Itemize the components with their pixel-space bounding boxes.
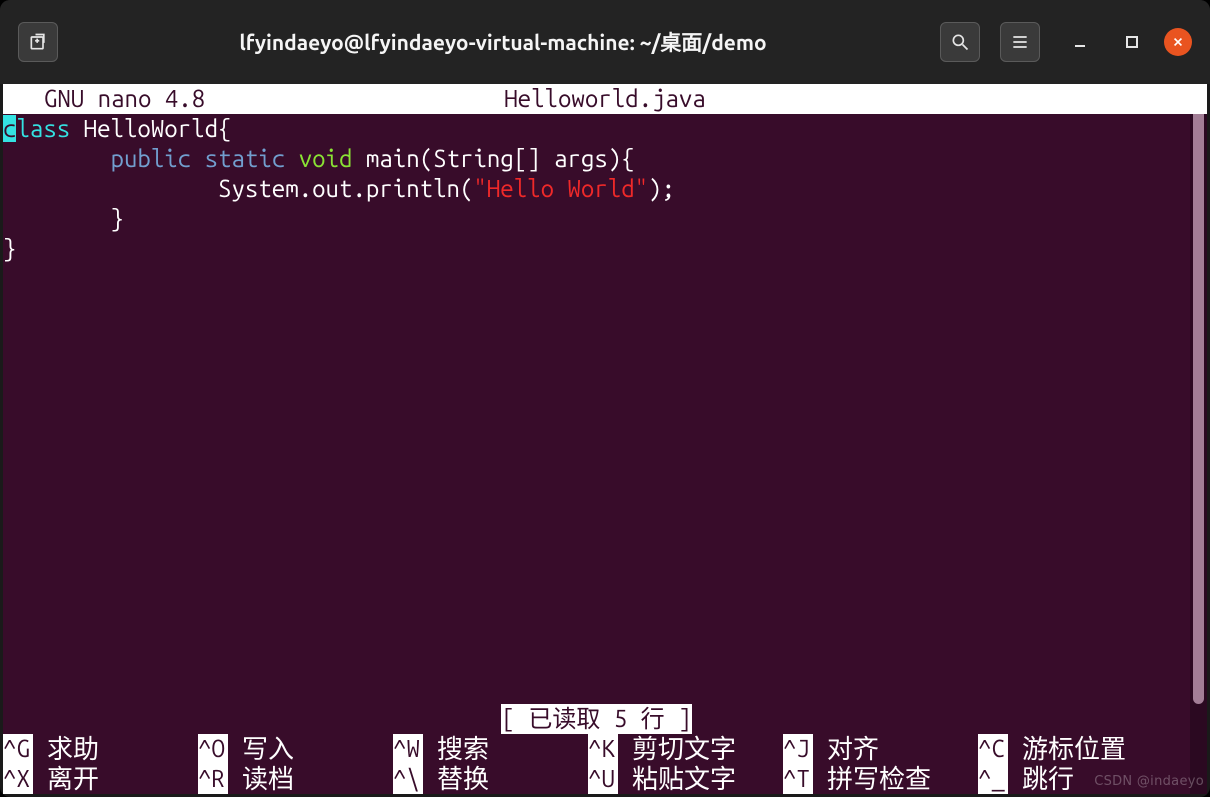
shortcut-spell[interactable]: ^T拼写检查 (783, 764, 978, 794)
shortcut-paste[interactable]: ^U粘贴文字 (588, 764, 783, 794)
code-text: HelloWorld{ (70, 115, 231, 142)
kw-static: static (205, 145, 286, 172)
scrollbar-thumb[interactable] (1193, 84, 1204, 704)
shortcut-justify[interactable]: ^J对齐 (783, 734, 978, 764)
maximize-icon (1125, 35, 1139, 49)
kw-class: lass (16, 115, 70, 142)
code-text: } (3, 205, 124, 232)
close-icon (1172, 36, 1184, 48)
shortcut-search[interactable]: ^W搜索 (393, 734, 588, 764)
nano-status-message: [ 已读取 5 行 ] (501, 704, 691, 734)
shortcut-readfile[interactable]: ^R读档 (198, 764, 393, 794)
code-text (285, 145, 298, 172)
nano-version: GNU nano 4.8 (17, 84, 205, 114)
hamburger-icon (1010, 32, 1030, 52)
string-literal: "Hello World" (473, 175, 648, 202)
editor-content[interactable]: class HelloWorld{ public static void mai… (3, 114, 1207, 264)
nano-header: GNU nano 4.8 Helloworld.java (3, 84, 1207, 114)
code-text (3, 145, 111, 172)
nano-status-line: [ 已读取 5 行 ] (3, 704, 1190, 734)
shortcut-replace[interactable]: ^\替换 (393, 764, 588, 794)
code-text: ); (648, 175, 675, 202)
maximize-button[interactable] (1112, 22, 1152, 62)
close-button[interactable] (1164, 28, 1192, 56)
scrollbar[interactable] (1190, 84, 1207, 794)
nano-shortcuts: ^G求助 ^O写入 ^W搜索 ^K剪切文字 ^J对齐 ^C游标位置 ^X离开 ^… (3, 734, 1190, 794)
shortcut-cut[interactable]: ^K剪切文字 (588, 734, 783, 764)
minimize-icon (1073, 35, 1087, 49)
code-text (191, 145, 204, 172)
menu-button[interactable] (1000, 22, 1040, 62)
kw-void: void (299, 145, 353, 172)
minimize-button[interactable] (1060, 22, 1100, 62)
terminal-body[interactable]: GNU nano 4.8 Helloworld.java class Hello… (3, 84, 1207, 794)
shortcut-exit[interactable]: ^X离开 (3, 764, 198, 794)
shortcut-curpos[interactable]: ^C游标位置 (978, 734, 1173, 764)
code-text: System.out.println( (3, 175, 473, 202)
code-text: main(String[] args){ (352, 145, 634, 172)
search-button[interactable] (940, 22, 980, 62)
titlebar-right (940, 22, 1192, 62)
window-title: lfyindaeyo@lfyindaeyo-virtual-machine: ~… (66, 27, 940, 57)
terminal-window: lfyindaeyo@lfyindaeyo-virtual-machine: ~… (0, 0, 1210, 797)
kw-public: public (111, 145, 192, 172)
titlebar: lfyindaeyo@lfyindaeyo-virtual-machine: ~… (0, 0, 1210, 84)
shortcut-writeout[interactable]: ^O写入 (198, 734, 393, 764)
shortcut-row-2: ^X离开 ^R读档 ^\替换 ^U粘贴文字 ^T拼写检查 ^_跳行 (3, 764, 1190, 794)
shortcut-help[interactable]: ^G求助 (3, 734, 198, 764)
new-tab-button[interactable] (18, 22, 58, 62)
new-tab-icon (28, 32, 48, 52)
search-icon (950, 32, 970, 52)
shortcut-row-1: ^G求助 ^O写入 ^W搜索 ^K剪切文字 ^J对齐 ^C游标位置 (3, 734, 1190, 764)
code-text: } (3, 235, 16, 262)
watermark: CSDN @indaeyo (1094, 774, 1204, 789)
cursor: c (3, 115, 16, 142)
